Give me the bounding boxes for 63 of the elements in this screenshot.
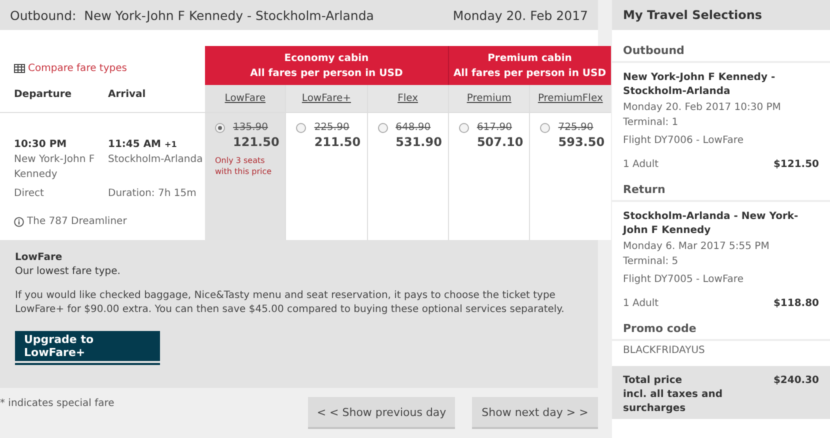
- cabin-title: Premium cabin: [486, 52, 573, 66]
- old-price: 135.90: [233, 122, 269, 133]
- stops-text: Direct: [14, 187, 45, 201]
- fare-price: 507.10: [476, 135, 524, 149]
- section-label: Promo code: [623, 322, 696, 335]
- cabin-title: Economy cabin: [283, 52, 370, 66]
- passenger-text: 1 Adult: [623, 297, 659, 311]
- info-icon: [14, 216, 24, 226]
- fare-radio[interactable]: [378, 123, 388, 133]
- fare-type-link[interactable]: Flex: [398, 93, 418, 104]
- seats-note: Only 3 seats with this price: [215, 155, 273, 177]
- route-text: New York-John F Kennedy - Stockholm-Arlanda: [623, 71, 776, 99]
- outbound-heading: Outbound: New York-John F Kennedy - Stockholm-Arlanda: [10, 8, 374, 22]
- special-fare-note: * indicates special fare: [0, 398, 114, 411]
- fare-info-subtitle: Our lowest fare type.: [15, 265, 122, 279]
- old-price: 648.90: [396, 122, 432, 133]
- departure-airport: New York-John F Kennedy: [14, 153, 96, 182]
- next-day-button[interactable]: Show next day > >: [472, 397, 598, 429]
- date-heading: Monday 20. Feb 2017: [452, 8, 588, 22]
- sidebar-title: My Travel Selections: [623, 8, 762, 22]
- flight-text: Flight DY7005 - LowFare: [623, 273, 744, 287]
- total-label: Total price: [623, 374, 684, 388]
- cabin-note: All fares per person in USD: [452, 66, 608, 80]
- section-label: Return: [623, 183, 666, 196]
- fare-price: 121.50: [233, 135, 280, 149]
- arrival-time: 11:45 AM +1: [108, 138, 178, 152]
- total-price: $240.30: [773, 374, 819, 388]
- day-offset: +1: [164, 140, 177, 149]
- promo-code: BLACKFRIDAYUS: [623, 345, 705, 356]
- section-label: Outbound: [623, 44, 684, 57]
- fare-radio[interactable]: [215, 123, 225, 133]
- terminal-text: Terminal: 1: [623, 116, 680, 130]
- column-header: Departure: [14, 89, 73, 100]
- duration-text: Duration: 7h 15m: [108, 187, 196, 201]
- table-icon: [14, 64, 25, 73]
- passenger-text: 1 Adult: [623, 158, 659, 172]
- departure-time: 10:30 PM: [14, 138, 68, 152]
- old-price: 617.90: [476, 122, 513, 133]
- arrival-airport: Stockholm-Arlanda: [108, 153, 204, 167]
- fare-price: 211.50: [314, 135, 361, 149]
- fare-radio[interactable]: [540, 123, 550, 133]
- fare-radio[interactable]: [458, 123, 469, 133]
- cabin-note: All fares per person in USD: [249, 66, 404, 80]
- previous-day-button[interactable]: < < Show previous day: [308, 397, 455, 429]
- fare-info-title: LowFare: [15, 251, 64, 265]
- route-text: Stockholm-Arlanda - New York-John F Kennedy: [623, 210, 800, 238]
- flight-text: Flight DY7006 - LowFare: [623, 134, 744, 148]
- compare-fare-types-link[interactable]: Compare fare types: [14, 63, 205, 74]
- datetime-text: Monday 20. Feb 2017 10:30 PM: [623, 101, 782, 115]
- fare-info-text: If you would like checked baggage, Nice&Tasty menu and seat reservation, it pays to choose the ticket type LowFare+ for $90.00 extra. You can then save $45.00 compared to buying these optional services separately.: [15, 289, 566, 317]
- datetime-text: Monday 6. Mar 2017 5:55 PM: [623, 240, 770, 254]
- upgrade-button[interactable]: Upgrade to LowFare+: [15, 331, 160, 361]
- aircraft-text: The 787 Dreamliner: [27, 215, 127, 229]
- total-note: incl. all taxes and surcharges: [623, 388, 723, 416]
- fare-radio[interactable]: [296, 123, 306, 133]
- old-price: 725.90: [558, 122, 594, 133]
- fare-price: 531.90: [396, 135, 442, 149]
- price-text: $118.80: [773, 297, 819, 311]
- column-header: Arrival: [108, 89, 146, 100]
- terminal-text: Terminal: 5: [623, 255, 680, 269]
- fare-price: 593.50: [558, 135, 605, 149]
- price-text: $121.50: [773, 158, 819, 172]
- old-price: 225.90: [314, 122, 350, 133]
